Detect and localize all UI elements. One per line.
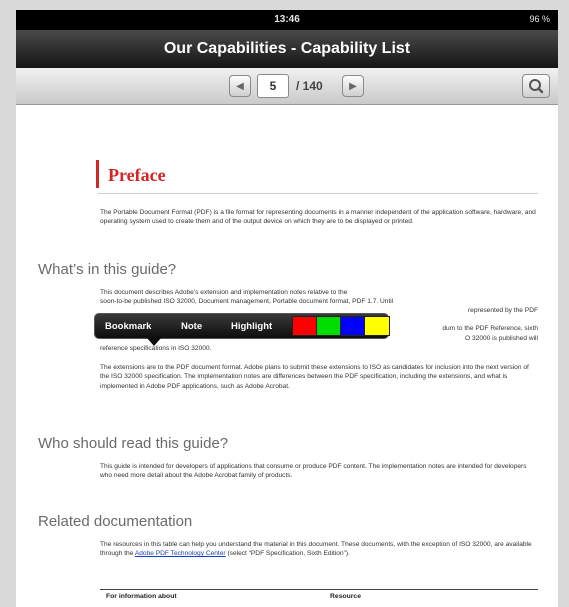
section-heading-related-docs: Related documentation [38, 513, 193, 530]
guide-paragraph-fragment: dum to the PDF Reference, sixth [442, 325, 538, 332]
chevron-right-icon: ▶ [349, 80, 357, 92]
related-text-b: (select “PDF Specification, Sixth Editio… [225, 550, 350, 558]
resources-table-header: For information about Resource [100, 589, 538, 604]
page-number-input[interactable]: 5 [257, 74, 289, 98]
bookmark-button[interactable]: Bookmark [105, 321, 151, 332]
highlight-color-yellow[interactable] [364, 316, 390, 336]
ipad-screen: 13:46 96 % Our Capabilities - Capability… [16, 10, 558, 607]
guide-paragraph-fragment: represented by the PDF [467, 307, 538, 314]
search-icon [529, 79, 544, 94]
table-header-resource: Resource [330, 593, 361, 600]
intro-paragraph: The Portable Document Format (PDF) is a … [100, 209, 536, 226]
guide-paragraph-line2: soon-to-be published ISO 32000, Document… [100, 298, 394, 305]
heading-accent-bar [96, 160, 99, 188]
popup-pointer [147, 338, 161, 346]
divider [98, 193, 538, 194]
pdf-page[interactable]: Preface The Portable Document Format (PD… [16, 105, 558, 607]
highlight-color-red[interactable] [292, 316, 318, 336]
title-bar: Our Capabilities - Capability List [16, 30, 558, 69]
status-bar: 13:46 96 % [16, 10, 558, 30]
toolbar: ◀ 5 / 140 ▶ [16, 68, 558, 105]
section-heading-who-should-read: Who should read this guide? [38, 435, 229, 452]
preface-heading: Preface [108, 165, 166, 185]
search-button[interactable] [522, 74, 550, 98]
highlight-button[interactable]: Highlight [231, 321, 272, 332]
highlight-color-green[interactable] [316, 316, 342, 336]
who-paragraph: This guide is intended for developers of… [100, 463, 527, 480]
previous-page-button[interactable]: ◀ [229, 75, 251, 97]
table-header-topic: For information about [106, 593, 177, 600]
document-title: Our Capabilities - Capability List [163, 40, 411, 57]
guide-paragraph-fragment: O 32000 is published will [465, 335, 538, 342]
guide-paragraph-line6: reference specifications in ISO 32000. [100, 345, 212, 352]
page-total-label: / 140 [296, 79, 323, 93]
status-time: 13:46 [274, 14, 300, 25]
next-page-button[interactable]: ▶ [342, 75, 364, 97]
annotation-popup-menu: Bookmark Note Highlight [94, 313, 390, 339]
guide-paragraph-2: The extensions are to the PDF document f… [100, 364, 529, 390]
battery-indicator: 96 % [529, 14, 550, 24]
chevron-left-icon: ◀ [236, 80, 244, 92]
note-button[interactable]: Note [181, 321, 202, 332]
highlight-color-blue[interactable] [340, 316, 366, 336]
related-paragraph: The resources in this table can help you… [100, 540, 538, 559]
guide-paragraph-line1: This document describes Adobe’s extensio… [100, 289, 348, 296]
section-heading-whats-in-guide: What’s in this guide? [38, 261, 177, 278]
pdf-technology-center-link[interactable]: Adobe PDF Technology Center [135, 550, 226, 557]
